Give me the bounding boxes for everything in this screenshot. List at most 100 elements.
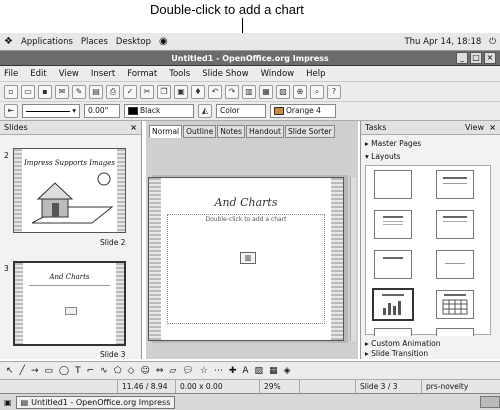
menu-insert[interactable]: Insert [91,69,115,79]
polygon-tool-icon[interactable]: ⬠ [114,366,122,376]
from-file-icon[interactable]: ▨ [255,366,264,376]
edit-file-icon[interactable]: ✎ [72,84,86,99]
menu-tools[interactable]: Tools [169,69,190,79]
tab-outline[interactable]: Outline [183,125,217,138]
clock[interactable]: Thu Apr 14, 18:18 [404,37,481,47]
paste-icon[interactable]: ▣ [174,84,188,99]
cut-icon[interactable]: ✂ [140,84,154,99]
layout-blank[interactable] [374,170,412,199]
glue-points-icon[interactable]: ✚ [229,366,237,376]
tab-notes[interactable]: Notes [217,125,245,138]
slide-canvas[interactable]: And Charts Double-click to add a chart ▥ [148,177,344,341]
foot-icon[interactable]: ❖ [4,36,13,47]
taskbar-window-button[interactable]: ▤ Untitled1 - OpenOffice.org Impress [15,395,176,409]
callouts-icon[interactable]: 💬︎ [182,366,193,376]
applications-menu[interactable]: Applications [21,37,73,47]
view-menu[interactable]: View [465,121,484,135]
menu-slide-show[interactable]: Slide Show [202,69,248,79]
slide-thumbnail-2[interactable]: Impress Supports Images [13,148,126,233]
menu-edit[interactable]: Edit [30,69,46,79]
block-arrows-icon[interactable]: ⇔ [156,366,164,376]
line-style-select[interactable]: ▾ [22,104,80,118]
line-color-select[interactable]: Black [124,104,194,118]
fill-color-select[interactable]: Orange 4 [270,104,336,118]
rectangle-tool-icon[interactable]: ▭ [45,366,54,376]
layout-title-only[interactable] [374,250,412,279]
layout-title-2-content[interactable] [436,210,474,239]
minimize-button[interactable]: _ [456,52,468,64]
symbol-shapes-icon[interactable]: ☺ [140,366,149,376]
text-tool-icon[interactable]: T [75,366,81,376]
zoom-icon[interactable]: ⌕ [310,84,324,99]
stars-icon[interactable]: ☆ [200,366,208,376]
master-pages-section[interactable]: ▸ Master Pages [365,139,421,148]
menu-format[interactable]: Format [127,69,157,79]
basic-shapes-icon[interactable]: ◇ [128,366,135,376]
select-arrow-icon[interactable]: ↖ [6,366,14,376]
extrusion-icon[interactable]: ◈ [284,366,291,376]
help-icon[interactable]: ? [327,84,341,99]
spellcheck-icon[interactable]: ✓ [123,84,137,99]
custom-animation-section[interactable]: ▸ Custom Animation [365,339,441,348]
table-icon[interactable]: ▦ [259,84,273,99]
menu-window[interactable]: Window [261,69,295,79]
layouts-section[interactable]: ▾ Layouts [365,152,401,161]
layout-title-chart[interactable] [372,288,414,321]
points-icon[interactable]: ⋯ [214,366,223,376]
curve-tool-icon[interactable]: ∿ [100,366,108,376]
slide-title[interactable]: And Charts [149,196,343,209]
flowchart-icon[interactable]: ▱ [169,366,176,376]
layout-centered-text[interactable] [436,250,474,279]
chart-icon[interactable]: ▥ [242,84,256,99]
arrow-tool-icon[interactable]: → [31,366,39,376]
menu-help[interactable]: Help [306,69,325,79]
connector-tool-icon[interactable]: ⌐ [87,366,95,376]
format-paintbrush-icon[interactable]: ♦ [191,84,205,99]
line-width-field[interactable]: 0.00" [84,104,120,118]
undo-icon[interactable]: ↶ [208,84,222,99]
power-icon[interactable]: ⏻ [489,37,496,47]
show-desktop-icon[interactable]: ▣ [4,398,12,407]
gallery-icon[interactable]: ▦ [269,366,278,376]
close-icon[interactable]: × [489,121,496,135]
layout-title-content[interactable] [374,210,412,239]
navigator-icon[interactable]: ⊕ [293,84,307,99]
menu-file[interactable]: File [4,69,18,79]
layout-title-table[interactable] [436,290,474,319]
layout-title-slide[interactable] [436,170,474,199]
pdf-icon[interactable]: ▤ [89,84,103,99]
print-icon[interactable]: ⎙ [106,84,120,99]
email-icon[interactable]: ✉ [55,84,69,99]
fontwork-icon[interactable]: A [242,366,248,376]
save-icon[interactable]: ▪ [38,84,52,99]
chart-placeholder-box[interactable] [167,214,325,324]
status-zoom[interactable]: 29% [260,379,300,394]
ellipse-tool-icon[interactable]: ◯ [59,366,69,376]
places-menu[interactable]: Places [81,37,108,47]
tab-slide-sorter[interactable]: Slide Sorter [285,125,335,138]
globe-icon[interactable]: ◉ [159,36,168,47]
line-tool-icon[interactable]: ╱ [20,366,25,376]
image-icon[interactable]: ▨ [276,84,290,99]
copy-icon[interactable]: ❐ [157,84,171,99]
layout-partial[interactable] [436,328,474,336]
new-icon[interactable]: ▫ [4,84,18,99]
close-icon[interactable]: × [130,121,137,135]
fill-bucket-icon[interactable]: ◭ [198,104,212,118]
close-button[interactable]: × [484,52,496,64]
menu-view[interactable]: View [59,69,79,79]
slide-thumbnail-3[interactable]: And Charts [13,261,126,346]
workspace-switcher[interactable] [480,396,500,408]
fill-type-select[interactable]: Color [216,104,266,118]
layout-partial[interactable] [374,328,412,336]
desktop-menu[interactable]: Desktop [116,37,151,47]
line-ends-icon[interactable]: ⇤ [4,104,18,118]
chart-placeholder-icon[interactable]: ▥ [240,252,256,264]
redo-icon[interactable]: ↷ [225,84,239,99]
open-icon[interactable]: ▭ [21,84,35,99]
tab-normal[interactable]: Normal [149,125,183,138]
slide-transition-section[interactable]: ▸ Slide Transition [365,349,428,358]
vertical-scrollbar[interactable] [350,177,356,341]
maximize-button[interactable]: □ [470,52,482,64]
tab-handout[interactable]: Handout [245,125,284,138]
